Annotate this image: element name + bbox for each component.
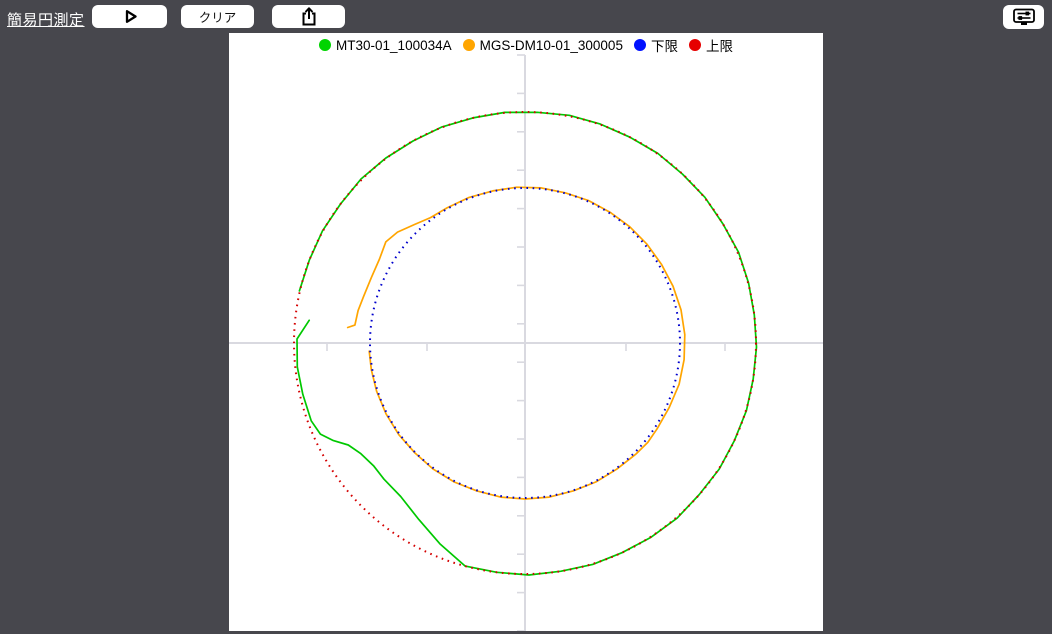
page-title-link[interactable]: 簡易円測定 bbox=[7, 9, 85, 30]
run-button[interactable] bbox=[92, 5, 167, 28]
play-icon bbox=[121, 8, 139, 25]
export-button[interactable] bbox=[272, 5, 345, 28]
share-export-icon bbox=[299, 6, 319, 27]
top-toolbar: 簡易円測定 クリア bbox=[0, 0, 1052, 33]
display-settings-button[interactable] bbox=[1003, 5, 1044, 29]
clear-button[interactable]: クリア bbox=[181, 5, 254, 28]
plot-svg bbox=[229, 54, 823, 631]
display-settings-icon bbox=[1012, 8, 1036, 26]
measurement-chart-panel: MT30-01_100034A MGS-DM10-01_300005 下限 上限 bbox=[229, 33, 823, 631]
